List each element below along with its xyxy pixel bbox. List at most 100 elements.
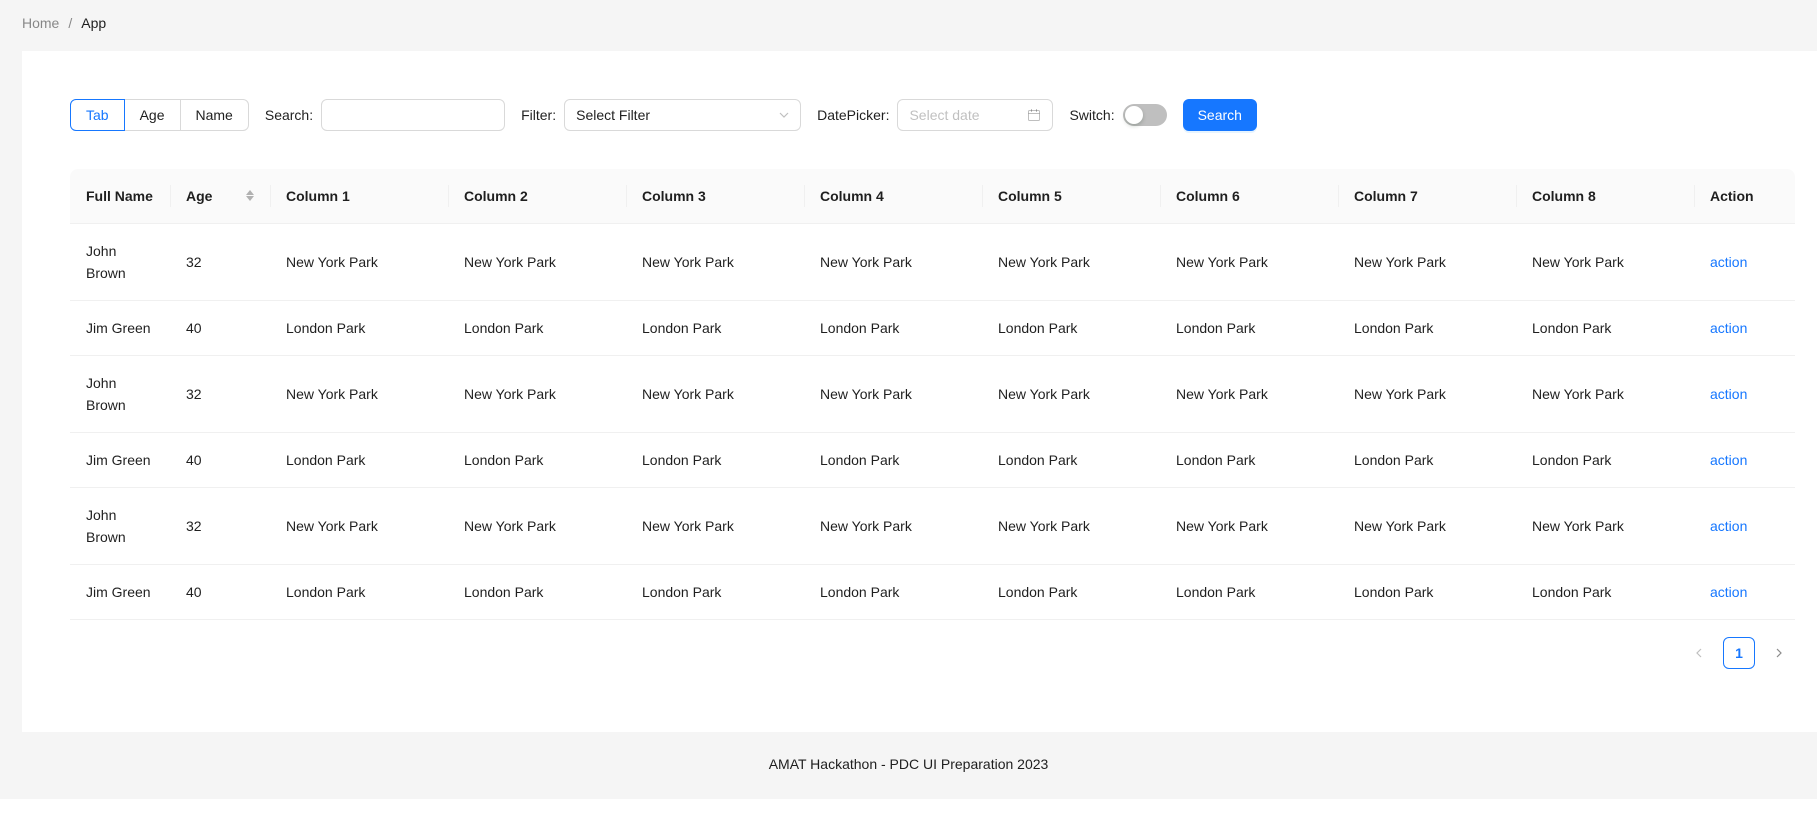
column-header: Full Name	[70, 169, 170, 224]
table-row: Jim Green 40 London Park London Park London …	[70, 300, 1795, 356]
cell-column-6: London Park	[1160, 300, 1338, 356]
calendar-icon	[1028, 109, 1041, 121]
cell-column-8: London Park	[1516, 432, 1694, 488]
cell-age: 40	[170, 564, 270, 620]
column-header: Column 3	[626, 169, 804, 224]
cell-age: 40	[170, 432, 270, 488]
filter-select[interactable]: Select Filter	[564, 99, 802, 131]
filter-select-value: Select Filter	[576, 107, 651, 123]
cell-full-name: Jim Green	[70, 564, 170, 620]
search-input[interactable]	[321, 99, 506, 131]
cell-column-4: New York Park	[804, 223, 982, 301]
action-link[interactable]: action	[1694, 300, 1795, 356]
cell-full-name: John Brown	[70, 487, 170, 565]
chevron-down-icon	[779, 112, 789, 118]
cell-column-6: New York Park	[1160, 355, 1338, 433]
cell-column-2: London Park	[448, 564, 626, 620]
search-label: Search:	[264, 107, 314, 123]
cell-column-5: New York Park	[982, 355, 1160, 433]
sort-icon[interactable]	[246, 190, 254, 202]
filter-label: Filter:	[521, 107, 557, 123]
page-item-active[interactable]: 1	[1723, 637, 1755, 669]
cell-column-3: New York Park	[626, 487, 804, 565]
cell-column-3: New York Park	[626, 223, 804, 301]
cell-column-5: New York Park	[982, 487, 1160, 565]
cell-full-name: Jim Green	[70, 432, 170, 488]
footer: AMAT Hackathon - PDC UI Preparation 2023	[768, 756, 1049, 772]
pagination: 1	[1683, 637, 1795, 669]
app-layout: Home / App Tab Age Name Search: Filter: …	[0, 0, 1817, 799]
column-header: Column 7	[1338, 169, 1516, 224]
cell-column-8: London Park	[1516, 300, 1694, 356]
cell-column-5: London Park	[982, 300, 1160, 356]
cell-column-7: London Park	[1338, 300, 1516, 356]
action-link[interactable]: action	[1694, 355, 1795, 433]
cell-column-7: London Park	[1338, 564, 1516, 620]
cell-column-7: New York Park	[1338, 487, 1516, 565]
action-link[interactable]: action	[1694, 564, 1795, 620]
cell-column-3: London Park	[626, 564, 804, 620]
cell-column-6: New York Park	[1160, 487, 1338, 565]
action-link[interactable]: action	[1694, 432, 1795, 488]
action-link[interactable]: action	[1694, 223, 1795, 301]
cell-column-5: New York Park	[982, 223, 1160, 301]
toggle-switch[interactable]	[1122, 104, 1167, 126]
cell-column-2: New York Park	[448, 355, 626, 433]
table-row: John Brown 32 New York Park New York Park New…	[70, 223, 1795, 301]
table-row: John Brown 32 New York Park New York Park New…	[70, 355, 1795, 433]
cell-column-4: New York Park	[804, 487, 982, 565]
toolbar: Tab Age Name Search: Filter: Select Filt…	[70, 99, 1257, 131]
cell-column-8: New York Park	[1516, 355, 1694, 433]
segment-tab[interactable]: Tab	[70, 99, 125, 131]
column-header: Column 6	[1160, 169, 1338, 224]
switch-knob	[1124, 106, 1143, 124]
search-button[interactable]: Search	[1182, 99, 1257, 131]
table-row: Jim Green 40 London Park London Park London …	[70, 564, 1795, 620]
cell-column-5: London Park	[982, 564, 1160, 620]
cell-column-1: London Park	[270, 564, 448, 620]
cell-column-6: London Park	[1160, 564, 1338, 620]
column-header: Column 8	[1516, 169, 1694, 224]
breadcrumb: Home / App	[22, 15, 106, 31]
cell-age: 32	[170, 355, 270, 433]
cell-column-7: New York Park	[1338, 355, 1516, 433]
cell-column-6: New York Park	[1160, 223, 1338, 301]
table-body: John Brown 32 New York Park New York Park New…	[70, 223, 1795, 620]
column-header: Column 2	[448, 169, 626, 224]
cell-column-2: London Park	[448, 300, 626, 356]
data-table: Full Name Age Column 1 Column 2 Column 3…	[70, 169, 1795, 620]
cell-column-1: London Park	[270, 432, 448, 488]
cell-column-5: London Park	[982, 432, 1160, 488]
column-header: Column 1	[270, 169, 448, 224]
cell-column-4: London Park	[804, 564, 982, 620]
switch-label: Switch:	[1069, 107, 1115, 123]
table-row: Jim Green 40 London Park London Park London …	[70, 432, 1795, 488]
cell-column-4: London Park	[804, 300, 982, 356]
cell-column-3: London Park	[626, 300, 804, 356]
column-header: Action	[1694, 169, 1795, 224]
date-picker[interactable]: Select date	[897, 99, 1054, 131]
cell-column-3: New York Park	[626, 355, 804, 433]
segment-age[interactable]: Age	[123, 99, 181, 131]
cell-full-name: John Brown	[70, 355, 170, 433]
cell-age: 40	[170, 300, 270, 356]
chevron-right-icon[interactable]	[1763, 637, 1795, 669]
action-link[interactable]: action	[1694, 487, 1795, 565]
cell-age: 32	[170, 487, 270, 565]
chevron-left-icon[interactable]	[1683, 637, 1715, 669]
cell-column-8: New York Park	[1516, 223, 1694, 301]
cell-column-4: London Park	[804, 432, 982, 488]
table-header-row: Full Name Age Column 1 Column 2 Column 3…	[70, 169, 1795, 224]
cell-column-2: New York Park	[448, 487, 626, 565]
cell-column-7: London Park	[1338, 432, 1516, 488]
content-panel: Tab Age Name Search: Filter: Select Filt…	[22, 51, 1817, 732]
column-header: Column 5	[982, 169, 1160, 224]
cell-full-name: John Brown	[70, 223, 170, 301]
cell-column-8: New York Park	[1516, 487, 1694, 565]
cell-column-7: New York Park	[1338, 223, 1516, 301]
breadcrumb-home[interactable]: Home	[22, 15, 59, 31]
cell-age: 32	[170, 223, 270, 301]
column-header-sortable[interactable]: Age	[170, 169, 270, 224]
segment-name[interactable]: Name	[179, 99, 249, 131]
cell-column-3: London Park	[626, 432, 804, 488]
